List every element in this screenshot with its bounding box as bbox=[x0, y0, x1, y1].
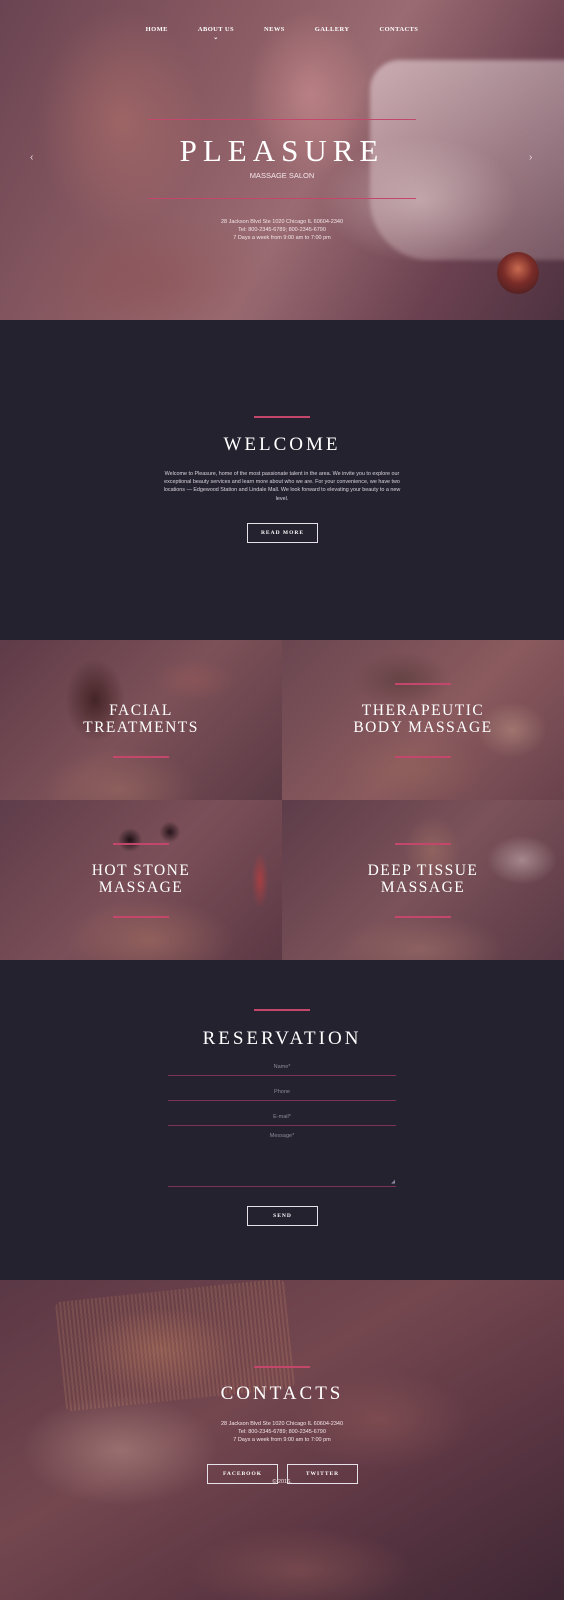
hero-phone: Tel: 800-2345-6789; 800-2345-6790 bbox=[238, 227, 326, 233]
contacts-title: CONTACTS bbox=[220, 1383, 344, 1404]
contacts-address: 28 Jackson Blvd Ste 1020 Chicago IL 6060… bbox=[220, 1421, 344, 1427]
service-rule bbox=[113, 843, 169, 845]
reservation-section: RESERVATION Name* Phone E-mail* Message*… bbox=[0, 960, 564, 1280]
hero-hours: 7 Days a week from 9:00 am to 7:00 pm bbox=[233, 235, 331, 241]
read-more-button[interactable]: READ MORE bbox=[247, 523, 318, 543]
resize-handle-icon[interactable]: ◢ bbox=[391, 1179, 395, 1185]
hero-address: 28 Jackson Blvd Ste 1020 Chicago IL 6060… bbox=[220, 219, 344, 225]
nav-about-us-label: ABOUT US bbox=[197, 26, 234, 33]
slider-next-arrow-icon[interactable]: › bbox=[529, 152, 532, 163]
service-rule bbox=[395, 916, 451, 918]
hero-contact-info: 28 Jackson Blvd Ste 1020 Chicago IL 6060… bbox=[0, 218, 564, 242]
copyright: © 2016. bbox=[272, 1479, 292, 1485]
phone-placeholder: Phone bbox=[274, 1089, 290, 1095]
nav-gallery[interactable]: GALLERY bbox=[315, 26, 350, 40]
service-rule bbox=[395, 683, 451, 685]
main-nav: HOME ABOUT US ⌄ NEWS GALLERY CONTACTS bbox=[0, 26, 564, 41]
service-title: FACIAL TREATMENTS bbox=[83, 702, 199, 736]
hero-bottom-rule bbox=[148, 198, 416, 199]
service-title: HOT STONE MASSAGE bbox=[91, 862, 191, 896]
service-title: THERAPEUTIC BODY MASSAGE bbox=[353, 702, 493, 736]
welcome-rule bbox=[254, 416, 310, 418]
name-placeholder: Name* bbox=[273, 1064, 291, 1070]
service-tile-facial[interactable]: FACIAL TREATMENTS bbox=[0, 640, 282, 800]
contacts-hours: 7 Days a week from 9:00 am to 7:00 pm bbox=[233, 1437, 331, 1443]
hero-title: PLEASURE bbox=[179, 133, 385, 168]
reservation-rule bbox=[254, 1009, 310, 1011]
candle-image bbox=[497, 252, 539, 294]
name-field[interactable]: Name* bbox=[168, 1064, 396, 1076]
contacts-rule bbox=[254, 1366, 310, 1368]
slider-prev-arrow-icon[interactable]: ‹ bbox=[30, 152, 33, 163]
service-tile-therapeutic[interactable]: THERAPEUTIC BODY MASSAGE bbox=[282, 640, 564, 800]
email-field[interactable]: E-mail* bbox=[168, 1114, 396, 1126]
service-tile-deep-tissue[interactable]: DEEP TISSUE MASSAGE bbox=[282, 800, 564, 960]
service-title: DEEP TISSUE MASSAGE bbox=[367, 862, 479, 896]
contacts-phone: Tel: 800-2345-6789; 800-2345-6790 bbox=[238, 1429, 326, 1435]
welcome-title: WELCOME bbox=[223, 434, 341, 455]
hero-section: HOME ABOUT US ⌄ NEWS GALLERY CONTACTS PL… bbox=[0, 0, 564, 320]
welcome-section: WELCOME Welcome to Pleasure, home of the… bbox=[0, 320, 564, 640]
contacts-section: CONTACTS 28 Jackson Blvd Ste 1020 Chicag… bbox=[0, 1280, 564, 1600]
nav-home[interactable]: HOME bbox=[146, 26, 168, 40]
nav-contacts[interactable]: CONTACTS bbox=[379, 26, 418, 40]
reservation-title: RESERVATION bbox=[202, 1028, 362, 1049]
service-rule bbox=[113, 916, 169, 918]
contacts-info: 28 Jackson Blvd Ste 1020 Chicago IL 6060… bbox=[0, 1420, 564, 1444]
nav-about-us[interactable]: ABOUT US ⌄ bbox=[197, 26, 234, 41]
service-rule bbox=[113, 756, 169, 758]
service-tile-hot-stone[interactable]: HOT STONE MASSAGE bbox=[0, 800, 282, 960]
hero-subtitle: MASSAGE SALON bbox=[249, 171, 315, 180]
message-placeholder: Message* bbox=[269, 1133, 295, 1139]
phone-field[interactable]: Phone bbox=[168, 1089, 396, 1101]
nav-news[interactable]: NEWS bbox=[264, 26, 285, 40]
welcome-text: Welcome to Pleasure, home of the most pa… bbox=[163, 471, 401, 502]
send-button[interactable]: SEND bbox=[247, 1206, 318, 1226]
email-placeholder: E-mail* bbox=[273, 1114, 291, 1120]
service-rule bbox=[395, 843, 451, 845]
service-rule bbox=[395, 756, 451, 758]
message-field[interactable]: Message* ◢ bbox=[168, 1133, 396, 1187]
hero-top-rule bbox=[148, 119, 416, 120]
chevron-down-icon: ⌄ bbox=[213, 35, 219, 41]
